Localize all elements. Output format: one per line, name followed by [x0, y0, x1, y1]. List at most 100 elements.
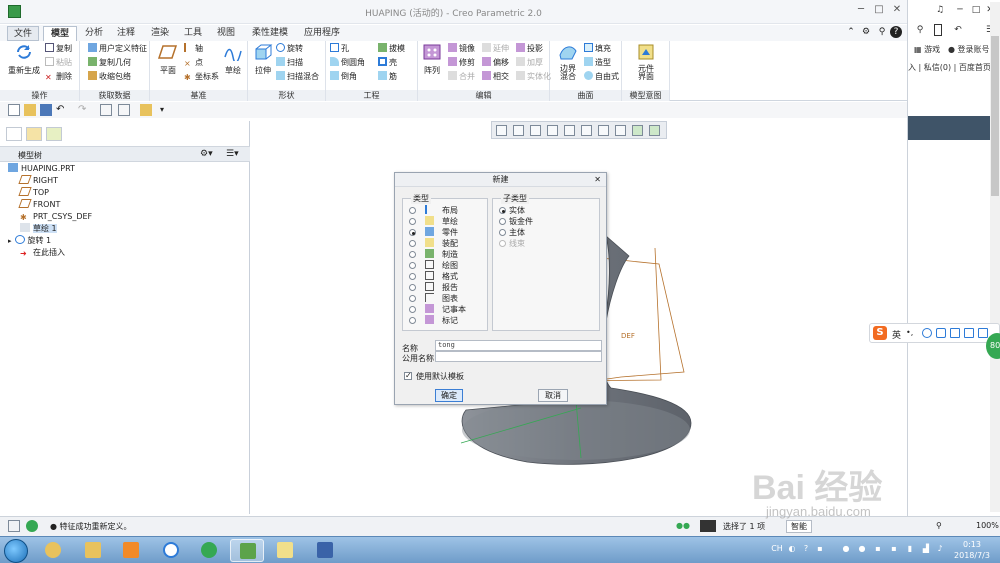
revolve-button[interactable]: 旋转 — [276, 43, 303, 54]
rib-button[interactable]: 筋 — [378, 71, 397, 82]
microphone-icon[interactable] — [936, 328, 946, 338]
type-option-layout[interactable]: 布局 — [409, 205, 458, 216]
group-model-intent-title[interactable]: 模型意图 — [622, 90, 669, 101]
thicken-button[interactable]: 加厚 — [516, 57, 543, 68]
tray-icon-6[interactable]: ▪ — [872, 543, 884, 555]
filter-dropdown[interactable]: 智能 — [786, 520, 812, 533]
tab-render[interactable]: 渲染 — [146, 26, 174, 41]
browser-undo-icon[interactable]: ↶ — [952, 24, 964, 36]
tree-node-revolve[interactable]: ▸ 旋转 1 — [8, 235, 51, 247]
style-button[interactable]: 造型 — [584, 57, 611, 68]
sweep-button[interactable]: 扫描 — [276, 57, 303, 68]
expand-arrow-icon[interactable]: ▸ — [8, 237, 12, 245]
udf-button[interactable]: 用户定义特征 — [88, 43, 147, 54]
merge-button[interactable]: 合并 — [448, 71, 475, 82]
bell-icon[interactable]: ♫ — [934, 4, 946, 16]
scrollbar-thumb[interactable] — [991, 36, 999, 196]
close-window-button[interactable]: ✕ — [888, 3, 906, 17]
type-option-assembly[interactable]: 装配 — [409, 238, 458, 249]
regenerate-button[interactable]: 重新生成 — [6, 43, 42, 76]
taskbar-app-1[interactable] — [36, 539, 70, 562]
tree-node-top[interactable]: TOP — [18, 187, 49, 199]
punctuation-icon[interactable]: •, — [906, 328, 916, 338]
toolbox-icon[interactable] — [978, 328, 988, 338]
freestyle-button[interactable]: 自由式 — [584, 71, 619, 82]
windows-icon[interactable] — [118, 104, 130, 116]
maximize-button[interactable]: □ — [870, 3, 888, 17]
tree-node-front[interactable]: FRONT — [18, 199, 60, 211]
type-option-part[interactable]: 零件 — [409, 227, 458, 238]
point-button[interactable]: × 点 — [184, 57, 203, 68]
undo-icon[interactable]: ↶ — [56, 104, 68, 116]
group-datum-title[interactable]: 基准 — [150, 90, 247, 101]
tray-icon-7[interactable]: ▪ — [888, 543, 900, 555]
trim-button[interactable]: 修剪 — [448, 57, 475, 68]
tab-model[interactable]: 模型 — [43, 26, 77, 41]
tree-node-csys[interactable]: ✱ PRT_CSYS_DEF — [20, 211, 92, 223]
favorites-tab-icon[interactable] — [46, 127, 62, 141]
component-interface-button[interactable]: 元件 界面 — [628, 43, 664, 81]
type-option-format[interactable]: 格式 — [409, 271, 458, 282]
subtype-option-solid[interactable]: 实体 — [499, 205, 525, 216]
zoom-icon[interactable]: ⚲ — [936, 521, 942, 530]
taskbar-explorer[interactable] — [76, 539, 110, 562]
new-file-icon[interactable] — [8, 104, 20, 116]
offset-button[interactable]: 偏移 — [482, 57, 509, 68]
minimize-button[interactable]: ─ — [852, 3, 870, 17]
subtype-option-harness[interactable]: 线束 — [499, 238, 525, 249]
mirror-button[interactable]: 镜像 — [448, 43, 475, 54]
taskbar-browser[interactable] — [192, 539, 226, 562]
browser-toggle-icon[interactable] — [26, 520, 38, 532]
type-option-diagram[interactable]: 图表 — [409, 293, 458, 304]
tray-icon-4[interactable]: ● — [840, 543, 852, 555]
axis-button[interactable]: 轴 — [184, 43, 203, 54]
taskbar-baidu-netdisk[interactable] — [154, 539, 188, 562]
customize-toolbar-icon[interactable]: ▾ — [160, 104, 172, 116]
group-engineering-title[interactable]: 工程 — [326, 90, 417, 101]
help-tray-icon[interactable]: ? — [800, 543, 812, 555]
folder-browser-tab-icon[interactable] — [26, 127, 42, 141]
tab-applications[interactable]: 应用程序 — [300, 26, 344, 41]
csys-button[interactable]: ✱ 坐标系 — [184, 71, 219, 82]
toggle-nav-icon[interactable] — [8, 520, 20, 532]
tree-show-icon[interactable]: ☰▾ — [226, 149, 239, 159]
tab-view[interactable]: 视图 — [212, 26, 240, 41]
pattern-button[interactable]: 阵列 — [420, 43, 444, 76]
group-editing-title[interactable]: 编辑 — [418, 90, 549, 101]
phone-icon[interactable] — [934, 24, 942, 36]
model-tree-tab-icon[interactable] — [6, 127, 22, 141]
open-folder-icon[interactable] — [24, 104, 36, 116]
group-operations-title[interactable]: 操作 — [0, 90, 79, 101]
group-shapes-title[interactable]: 形状 — [248, 90, 325, 101]
plane-button[interactable]: 平面 — [154, 43, 182, 76]
settings-icon[interactable]: ⚙ — [860, 26, 872, 38]
baidu-links[interactable]: 入 | 私信(0) | 百度首页 — [908, 62, 991, 73]
delete-button[interactable]: ✕ 删除 — [45, 71, 72, 82]
solidify-button[interactable]: 实体化 — [516, 71, 551, 82]
tree-node-part[interactable]: HUAPING.PRT — [8, 163, 75, 175]
draft-button[interactable]: 拔模 — [378, 43, 405, 54]
chamfer-button[interactable]: 倒角 — [330, 71, 357, 82]
regenerate-small-icon[interactable] — [100, 104, 112, 116]
common-name-input[interactable] — [435, 351, 602, 362]
intersect-button[interactable]: 相交 — [482, 71, 509, 82]
browser-minimize-icon[interactable]: ─ — [954, 4, 966, 16]
subtype-option-sheetmetal[interactable]: 钣金件 — [499, 216, 533, 227]
input-language[interactable]: CH — [770, 543, 784, 555]
tray-icon-1[interactable]: ◐ — [786, 543, 798, 555]
tab-annotate[interactable]: 注释 — [112, 26, 140, 41]
copy-geometry-button[interactable]: 复制几何 — [88, 57, 131, 68]
battery-icon[interactable]: ▮ — [904, 543, 916, 555]
copy-button[interactable]: 复制 — [45, 43, 72, 54]
close-file-icon[interactable] — [140, 104, 152, 116]
tree-settings-icon[interactable]: ⚙▾ — [200, 149, 213, 159]
shell-button[interactable]: 壳 — [378, 57, 397, 68]
system-clock[interactable]: 0:13 2018/7/3 — [948, 539, 996, 561]
sketch-button[interactable]: 草绘 — [220, 43, 246, 76]
browser-search-icon[interactable]: ⚲ — [914, 24, 926, 36]
tab-flexible-modeling[interactable]: 柔性建模 — [245, 26, 295, 41]
tray-icon-5[interactable]: ● — [856, 543, 868, 555]
emoji-icon[interactable] — [922, 328, 932, 338]
project-button[interactable]: 投影 — [516, 43, 543, 54]
type-option-drawing[interactable]: 绘图 — [409, 260, 458, 271]
